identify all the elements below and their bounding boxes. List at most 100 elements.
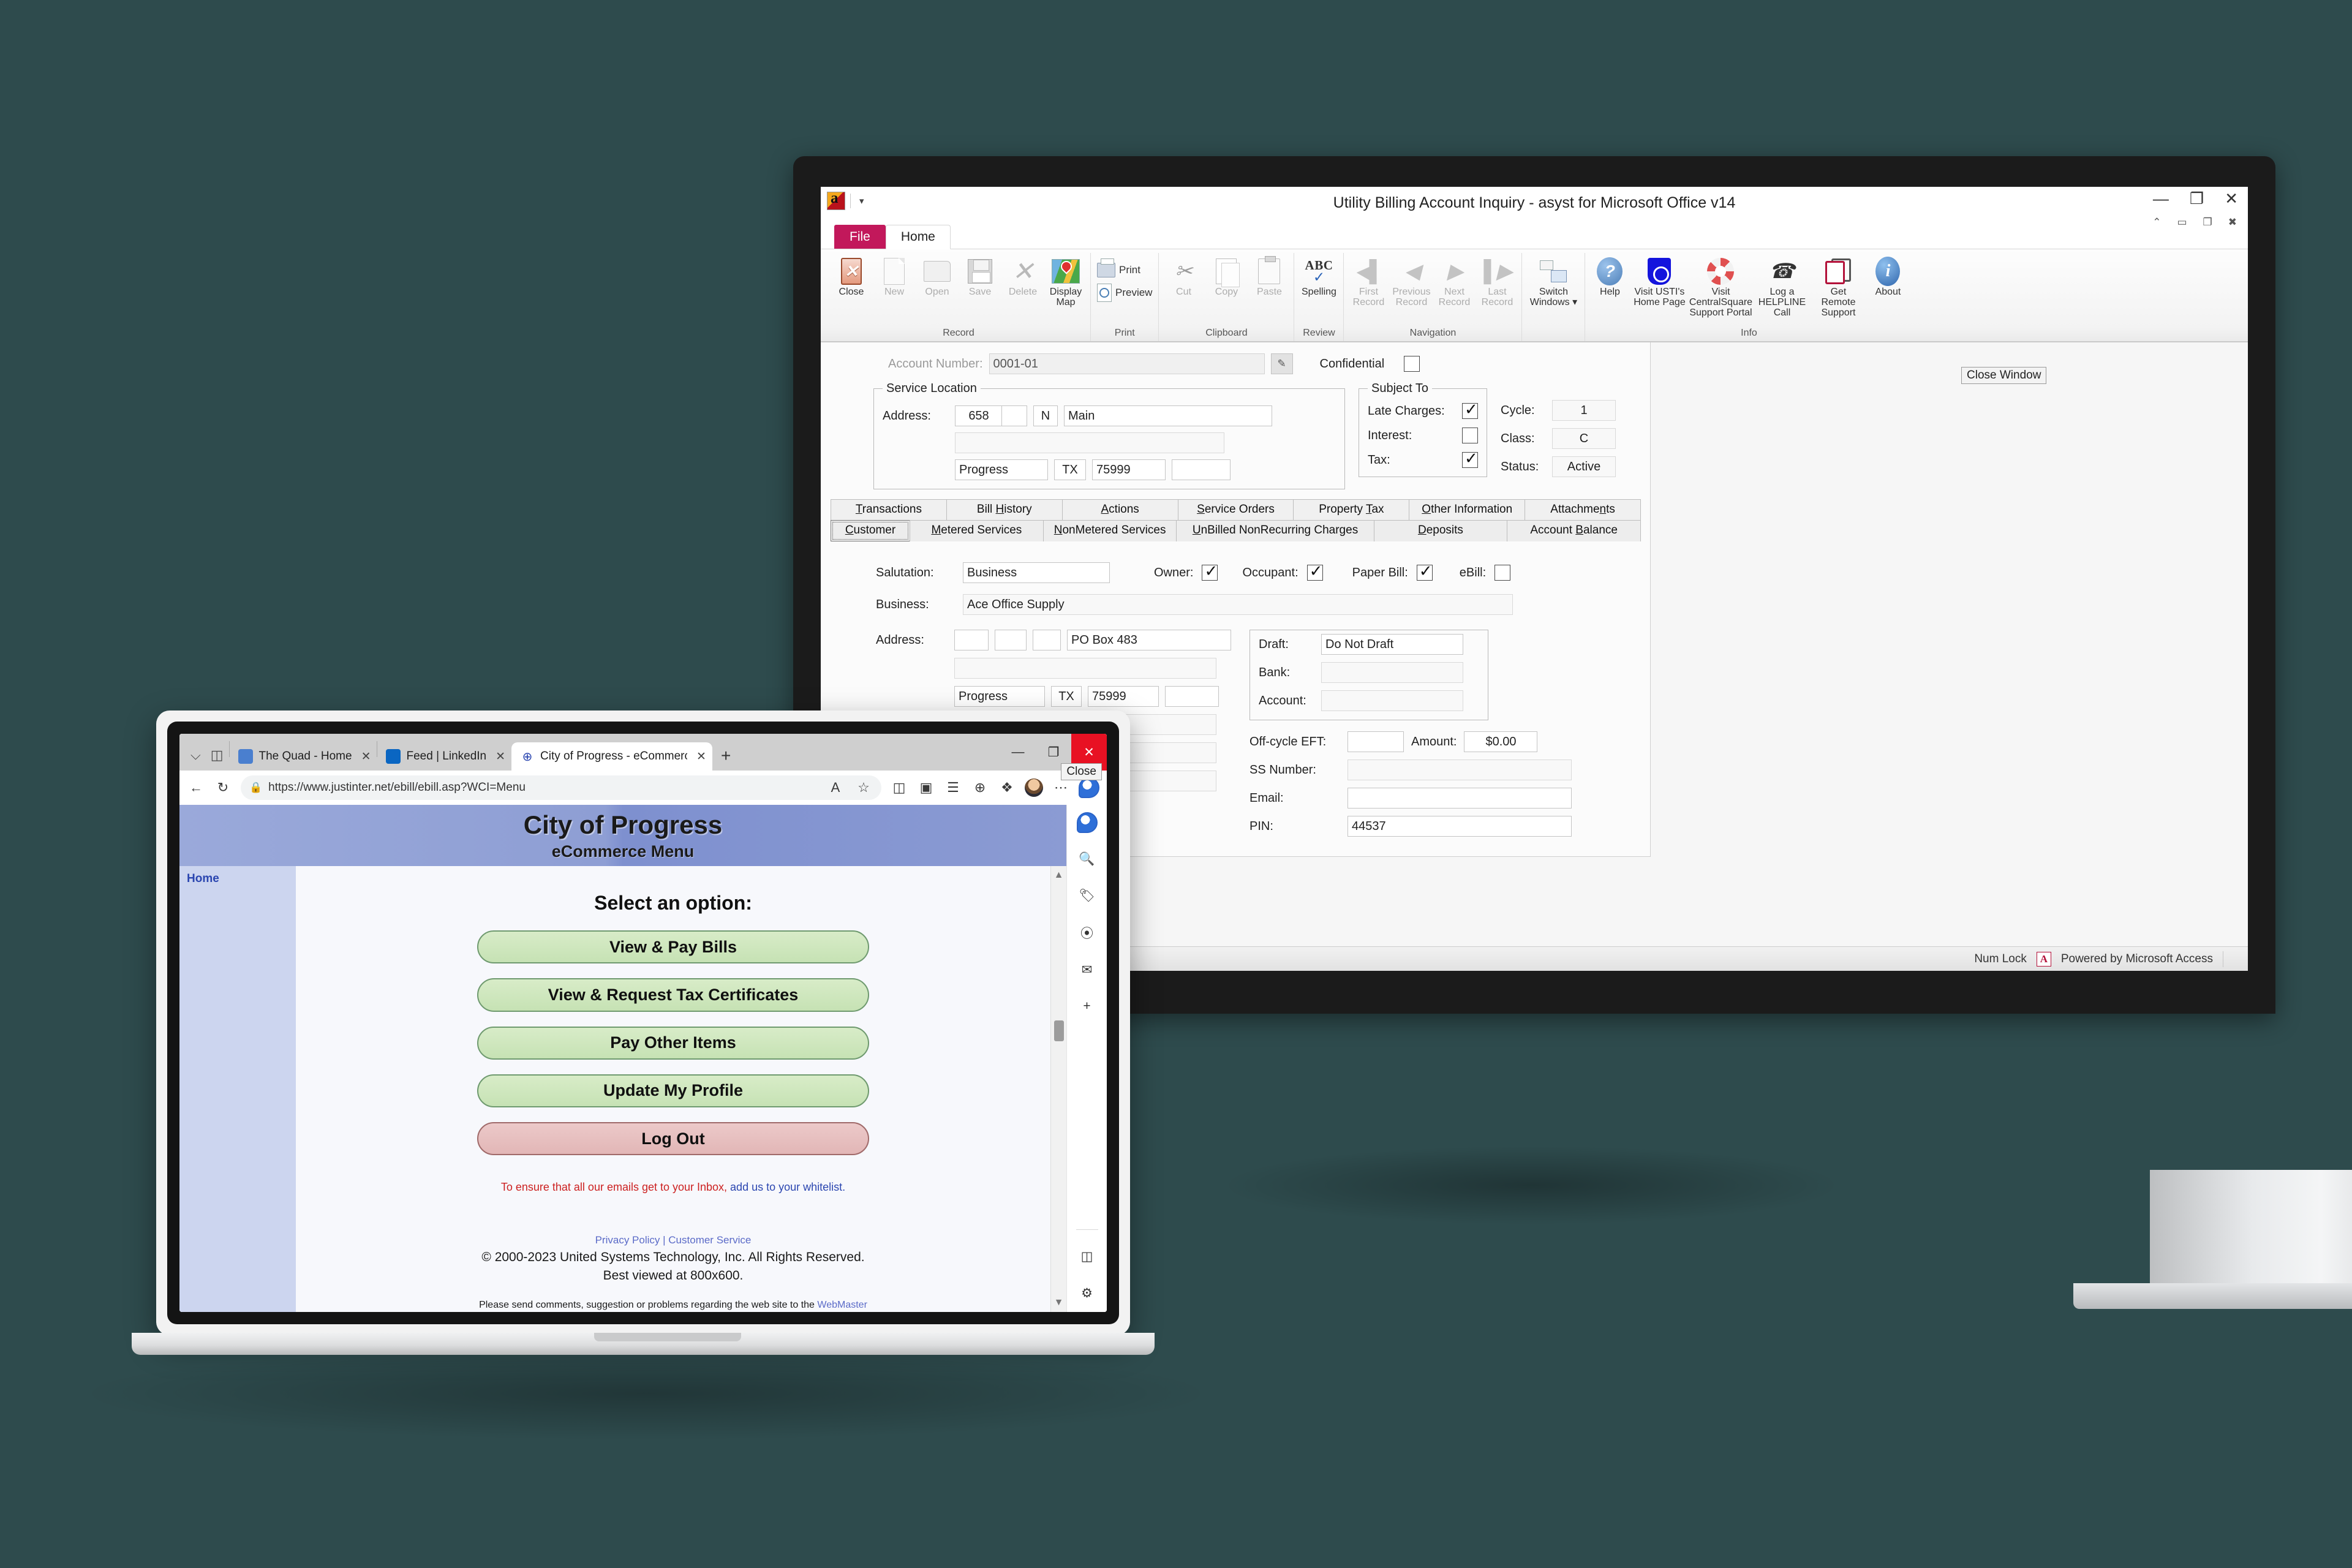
tab-property-tax[interactable]: Property Tax	[1293, 499, 1410, 520]
window-controls[interactable]: — ❐ ✕	[2153, 190, 2238, 206]
email-input[interactable]	[1348, 788, 1572, 809]
close-tab-icon[interactable]: ✕	[492, 750, 505, 764]
outlook-icon[interactable]: ✉	[1077, 959, 1098, 980]
service-direction-input[interactable]: N	[1033, 405, 1058, 426]
customer-state-input[interactable]: TX	[1051, 686, 1082, 707]
cycle-value[interactable]: 1	[1552, 400, 1616, 421]
amount-input[interactable]: $0.00	[1464, 731, 1538, 752]
paste-button[interactable]: Paste	[1248, 254, 1290, 299]
spelling-button[interactable]: ABC ✓ Spelling	[1298, 254, 1340, 299]
update-my-profile-button[interactable]: Update My Profile	[477, 1074, 869, 1108]
browser-tab-2[interactable]: ⊕ City of Progress - eCommerce M ✕	[511, 742, 712, 771]
get-remote-support-button[interactable]: Get Remote Support	[1811, 254, 1866, 319]
service-address-line2-input[interactable]	[955, 432, 1224, 453]
customer-zip4-input[interactable]	[1165, 686, 1219, 707]
note-icon[interactable]: ✎	[1270, 353, 1293, 374]
tab-account-balance[interactable]: Account Balance	[1507, 520, 1642, 541]
customer-addr-dir-input[interactable]	[1033, 630, 1061, 650]
close-icon[interactable]: ✕	[2225, 190, 2238, 206]
tab-metered-services[interactable]: Metered Services	[910, 520, 1044, 541]
add-sidebar-icon[interactable]: +	[1077, 996, 1098, 1017]
tab-unbilled-nonrecurring-charges[interactable]: UnBilled NonRecurring Charges	[1176, 520, 1374, 541]
pin-input[interactable]: 44537	[1348, 816, 1572, 837]
shopping-icon[interactable]: 🏷	[1077, 886, 1098, 907]
save-record-button[interactable]: Save	[959, 254, 1001, 299]
view-request-tax-certificates-button[interactable]: View & Request Tax Certificates	[477, 978, 869, 1012]
business-input[interactable]: Ace Office Supply	[963, 594, 1513, 615]
confidential-checkbox[interactable]	[1404, 356, 1420, 372]
view-pay-bills-button[interactable]: View & Pay Bills	[477, 930, 869, 964]
tab-actions-icon[interactable]: ⌵	[190, 747, 201, 763]
address-bar[interactable]: 🔒 https://www.justinter.net/ebill/ebill.…	[241, 775, 881, 800]
customer-addr-street-input[interactable]: PO Box 483	[1067, 630, 1231, 650]
account-input[interactable]	[1321, 690, 1463, 711]
about-button[interactable]: i About	[1867, 254, 1909, 299]
tab-service-orders[interactable]: Service Orders	[1177, 499, 1294, 520]
tab-other-information[interactable]: Other Information	[1409, 499, 1526, 520]
last-record-button[interactable]: ▌▶ Last Record	[1476, 254, 1518, 309]
service-zip4-input[interactable]	[1172, 459, 1231, 480]
late-charges-checkbox[interactable]	[1462, 400, 1478, 419]
display-map-button[interactable]: Display Map	[1045, 254, 1087, 309]
copilot-bing-icon[interactable]	[1079, 777, 1099, 798]
browser-minimize-icon[interactable]: —	[1000, 734, 1036, 771]
class-value[interactable]: C	[1552, 428, 1616, 449]
customer-addr-line2-input[interactable]	[954, 658, 1216, 679]
webmaster-link[interactable]: WebMaster	[817, 1300, 867, 1310]
pay-other-items-button[interactable]: Pay Other Items	[477, 1026, 869, 1060]
tab-deposits[interactable]: Deposits	[1373, 520, 1508, 541]
service-house-suffix-input[interactable]	[1001, 405, 1027, 426]
scroll-up-arrow-icon[interactable]: ▲	[1054, 870, 1064, 881]
visit-usti-home-page-button[interactable]: Visit USTI's Home Page	[1632, 254, 1687, 309]
close-record-button[interactable]: Close	[831, 254, 872, 299]
browser-tab-0[interactable]: The Quad - Home ✕	[230, 742, 377, 771]
draft-input[interactable]: Do Not Draft	[1321, 634, 1463, 655]
print-button[interactable]: Print	[1095, 258, 1155, 279]
read-aloud-icon[interactable]: A	[826, 780, 845, 796]
browser-essentials-icon[interactable]: ▣	[917, 780, 935, 796]
ss-number-input[interactable]	[1348, 760, 1572, 780]
customer-zip-input[interactable]: 75999	[1088, 686, 1159, 707]
owner-checkbox[interactable]	[1202, 562, 1218, 581]
tab-file[interactable]: File	[834, 224, 886, 249]
tax-checkbox[interactable]	[1462, 449, 1478, 468]
log-out-button[interactable]: Log Out	[477, 1122, 869, 1156]
help-button[interactable]: ? Help	[1589, 254, 1630, 299]
offcycle-eft-input[interactable]	[1348, 731, 1404, 752]
designer-icon[interactable]: ⦿	[1077, 922, 1098, 943]
toolbar-right-icons[interactable]: ◫ ▣ ☰ ⊕ ❖ ⋯	[890, 777, 1099, 798]
sidebar-settings-icon[interactable]: ⚙	[1077, 1283, 1098, 1303]
minimize-icon[interactable]: —	[2153, 190, 2169, 206]
copy-button[interactable]: Copy	[1205, 254, 1247, 299]
customer-addr-num2-input[interactable]	[995, 630, 1027, 650]
salutation-input[interactable]: Business	[963, 562, 1110, 583]
interest-checkbox[interactable]	[1462, 428, 1478, 443]
page-scrollbar[interactable]: ▲ ▼	[1050, 866, 1066, 1312]
more-options-icon[interactable]: ⋯	[1052, 780, 1070, 796]
paper-bill-checkbox[interactable]	[1416, 562, 1433, 581]
service-house-number-input[interactable]: 658	[955, 405, 1003, 426]
cut-button[interactable]: ✂ Cut	[1163, 254, 1204, 299]
star-favorite-icon[interactable]: ☆	[854, 780, 873, 796]
access-app-icon[interactable]	[827, 192, 845, 210]
tab-home[interactable]: Home	[885, 224, 951, 249]
switch-windows-button[interactable]: Switch Windows ▾	[1526, 254, 1581, 309]
search-icon[interactable]: 🔍	[1077, 849, 1098, 870]
profile-avatar-icon[interactable]	[1025, 778, 1043, 797]
doc-close-icon[interactable]: ✖	[2228, 216, 2237, 228]
whitelist-link[interactable]: add us to your whitelist.	[730, 1181, 845, 1193]
delete-record-button[interactable]: ✕ Delete	[1002, 254, 1044, 299]
close-tab-icon[interactable]: ✕	[693, 750, 706, 764]
site-info-lock-icon[interactable]: 🔒	[249, 782, 262, 794]
service-zip-input[interactable]: 75999	[1092, 459, 1166, 480]
extensions-icon[interactable]: ❖	[998, 780, 1016, 796]
doc-restore-up-icon[interactable]: ⌃	[2152, 216, 2161, 228]
occupant-checkbox[interactable]	[1306, 562, 1323, 581]
new-tab-button[interactable]: +	[712, 746, 739, 771]
chevron-down-icon[interactable]: ▾	[856, 197, 868, 206]
log-helpline-call-button[interactable]: ☎ Log a HELPLINE Call	[1754, 254, 1809, 319]
customer-service-link[interactable]: Customer Service	[668, 1234, 751, 1246]
doc-minimize-icon[interactable]: ▭	[2177, 216, 2187, 228]
tab-vertical-icon[interactable]: ◫	[211, 747, 224, 763]
service-state-input[interactable]: TX	[1054, 459, 1086, 480]
